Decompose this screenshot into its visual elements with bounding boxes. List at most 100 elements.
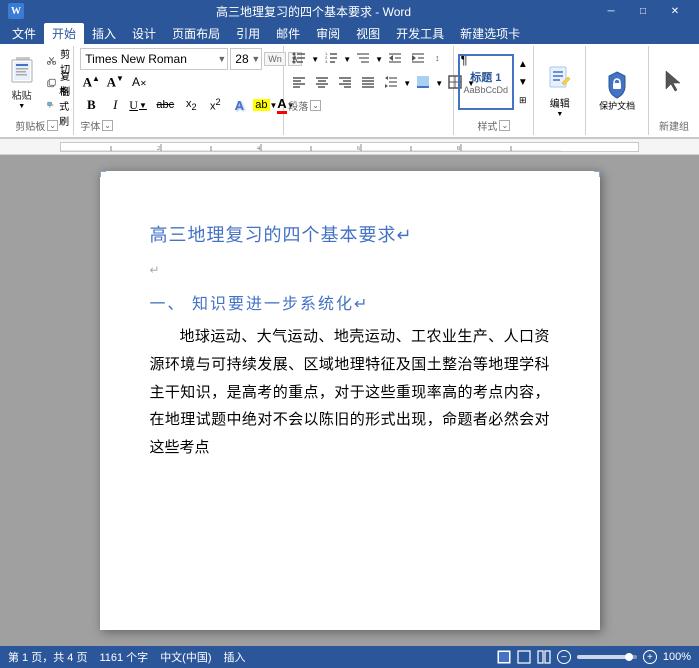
menu-view[interactable]: 视图 <box>348 23 388 44</box>
align-left-icon <box>292 75 306 89</box>
increase-indent-button[interactable] <box>407 48 429 70</box>
superscript-button[interactable]: x2 <box>204 94 226 116</box>
font-name-dropdown-icon[interactable]: ▼ <box>217 54 226 64</box>
wn-label: Wn <box>264 52 286 66</box>
text-effects-button[interactable]: A <box>228 94 250 116</box>
menu-layout[interactable]: 页面布局 <box>164 23 228 44</box>
zoom-thumb <box>625 653 633 661</box>
ruler: 2 4 6 8 <box>0 139 699 155</box>
multilevel-dropdown[interactable]: ▼ <box>375 55 383 64</box>
maximize-button[interactable]: □ <box>627 2 659 20</box>
style-preview-box[interactable]: 标题 1 AaBbCcDd <box>458 54 514 110</box>
word-count: 1161 个字 <box>99 649 148 665</box>
line-spacing-icon <box>384 75 398 89</box>
grow-font-button[interactable]: A▲ <box>80 72 102 92</box>
insert-mode: 插入 <box>224 649 246 665</box>
paragraph-group: ▼ 1.2.3. ▼ ▼ ↕ ¶ <box>284 46 454 135</box>
decrease-indent-button[interactable] <box>384 48 406 70</box>
menu-home[interactable]: 开始 <box>44 23 84 44</box>
protect-icon <box>603 70 631 102</box>
shrink-font-button[interactable]: A▼ <box>104 72 126 92</box>
styles-expand[interactable]: ⌄ <box>499 120 510 131</box>
font-size-dropdown-icon[interactable]: ▼ <box>251 54 260 64</box>
styles-expand-btn[interactable]: ⊞ <box>516 92 530 108</box>
align-center-button[interactable] <box>311 72 333 94</box>
multilevel-icon <box>356 51 370 65</box>
numbering-dropdown[interactable]: ▼ <box>343 55 351 64</box>
protect-button[interactable]: 保护文档 <box>587 65 647 117</box>
styles-scroll-up[interactable]: ▲ <box>516 56 530 72</box>
font-name-input[interactable] <box>80 48 228 70</box>
menu-insert[interactable]: 插入 <box>84 23 124 44</box>
font-group-label: 字体 ⌄ <box>80 118 277 133</box>
minimize-button[interactable]: ─ <box>595 2 627 20</box>
format-painter-button[interactable]: 格式刷 <box>46 95 74 115</box>
menu-references[interactable]: 引用 <box>228 23 268 44</box>
view-print-icon[interactable] <box>497 650 511 664</box>
styles-scroll-down[interactable]: ▼ <box>516 74 530 90</box>
corner-mark-tl <box>100 171 106 177</box>
numbering-icon: 1.2.3. <box>324 51 338 65</box>
svg-text:3.: 3. <box>325 59 328 64</box>
edit-button[interactable]: 编辑 ▼ <box>539 58 581 123</box>
clipboard-group: 粘贴 ▼ 剪切 复制 格式刷 <box>0 46 74 135</box>
zoom-level: 100% <box>663 651 691 663</box>
paste-label: 粘贴 <box>12 87 32 102</box>
align-right-icon <box>338 75 352 89</box>
zoom-slider[interactable] <box>577 655 637 659</box>
numbering-button[interactable]: 1.2.3. <box>320 48 342 70</box>
style-preview-label: 标题 1 <box>470 69 501 85</box>
view-read-icon[interactable] <box>537 650 551 664</box>
clear-format-button[interactable]: A✕ <box>128 72 150 92</box>
menu-file[interactable]: 文件 <box>4 23 44 44</box>
cursor-icon <box>662 69 686 93</box>
bullets-dropdown[interactable]: ▼ <box>311 55 319 64</box>
paste-button[interactable]: 粘贴 ▼ <box>0 52 44 113</box>
multilevel-button[interactable] <box>352 48 374 70</box>
edit-label: 编辑 <box>550 95 570 110</box>
justify-button[interactable] <box>357 72 379 94</box>
svg-text:6: 6 <box>357 146 360 151</box>
clipboard-label: 剪贴板 ⌄ <box>15 118 58 133</box>
edit-dropdown-arrow: ▼ <box>556 110 563 118</box>
paragraph1: 地球运动、大气运动、地壳运动、工农业生产、人口资源环境与可持续发展、区域地理特征… <box>150 324 550 463</box>
menu-design[interactable]: 设计 <box>124 23 164 44</box>
shading-icon <box>416 75 430 89</box>
clipboard-expand[interactable]: ⌄ <box>47 120 58 131</box>
shading-button[interactable] <box>412 72 434 94</box>
view-web-icon[interactable] <box>517 650 531 664</box>
document-page[interactable]: 高三地理复习的四个基本要求↵ ↵ 一、 知识要进一步系统化↵ 地球运动、大气运动… <box>100 171 600 630</box>
italic-button[interactable]: I <box>104 94 126 116</box>
close-button[interactable]: ✕ <box>659 2 691 20</box>
zoom-in-button[interactable]: + <box>643 650 657 664</box>
font-expand[interactable]: ⌄ <box>102 120 113 131</box>
menu-mailing[interactable]: 邮件 <box>268 23 308 44</box>
zoom-out-button[interactable]: − <box>557 650 571 664</box>
doc-body[interactable]: 地球运动、大气运动、地壳运动、工农业生产、人口资源环境与可持续发展、区域地理特征… <box>150 324 550 463</box>
format-painter-icon <box>47 99 54 111</box>
subscript-button[interactable]: x2 <box>180 94 202 116</box>
paste-icon <box>8 55 36 87</box>
line-spacing-button[interactable] <box>380 72 402 94</box>
style-preview-sub: AaBbCcDd <box>464 85 509 95</box>
sort-button[interactable]: ↕ <box>430 48 452 70</box>
bullets-button[interactable] <box>288 48 310 70</box>
corner-mark-tr <box>594 171 600 177</box>
align-right-button[interactable] <box>334 72 356 94</box>
bold-button[interactable]: B <box>80 94 102 116</box>
menu-review[interactable]: 审阅 <box>308 23 348 44</box>
menu-newbuild-tab[interactable]: 新建选项卡 <box>452 23 528 44</box>
underline-button[interactable]: U▼ <box>128 94 150 116</box>
line-spacing-dropdown[interactable]: ▼ <box>403 79 411 88</box>
shading-dropdown[interactable]: ▼ <box>435 79 443 88</box>
language: 中文(中国) <box>160 649 211 665</box>
align-left-button[interactable] <box>288 72 310 94</box>
menu-developer[interactable]: 开发工具 <box>388 23 452 44</box>
protect-group: 保护文档 <box>586 46 649 135</box>
strikethrough-button[interactable]: abc <box>152 94 178 116</box>
paragraph-expand[interactable]: ⌄ <box>310 100 321 111</box>
page-info: 第 1 页，共 4 页 <box>8 649 87 665</box>
svg-text:8: 8 <box>457 146 460 151</box>
sort-icon: ↕ <box>434 51 448 65</box>
highlight-button[interactable]: ab▼ <box>252 94 274 116</box>
